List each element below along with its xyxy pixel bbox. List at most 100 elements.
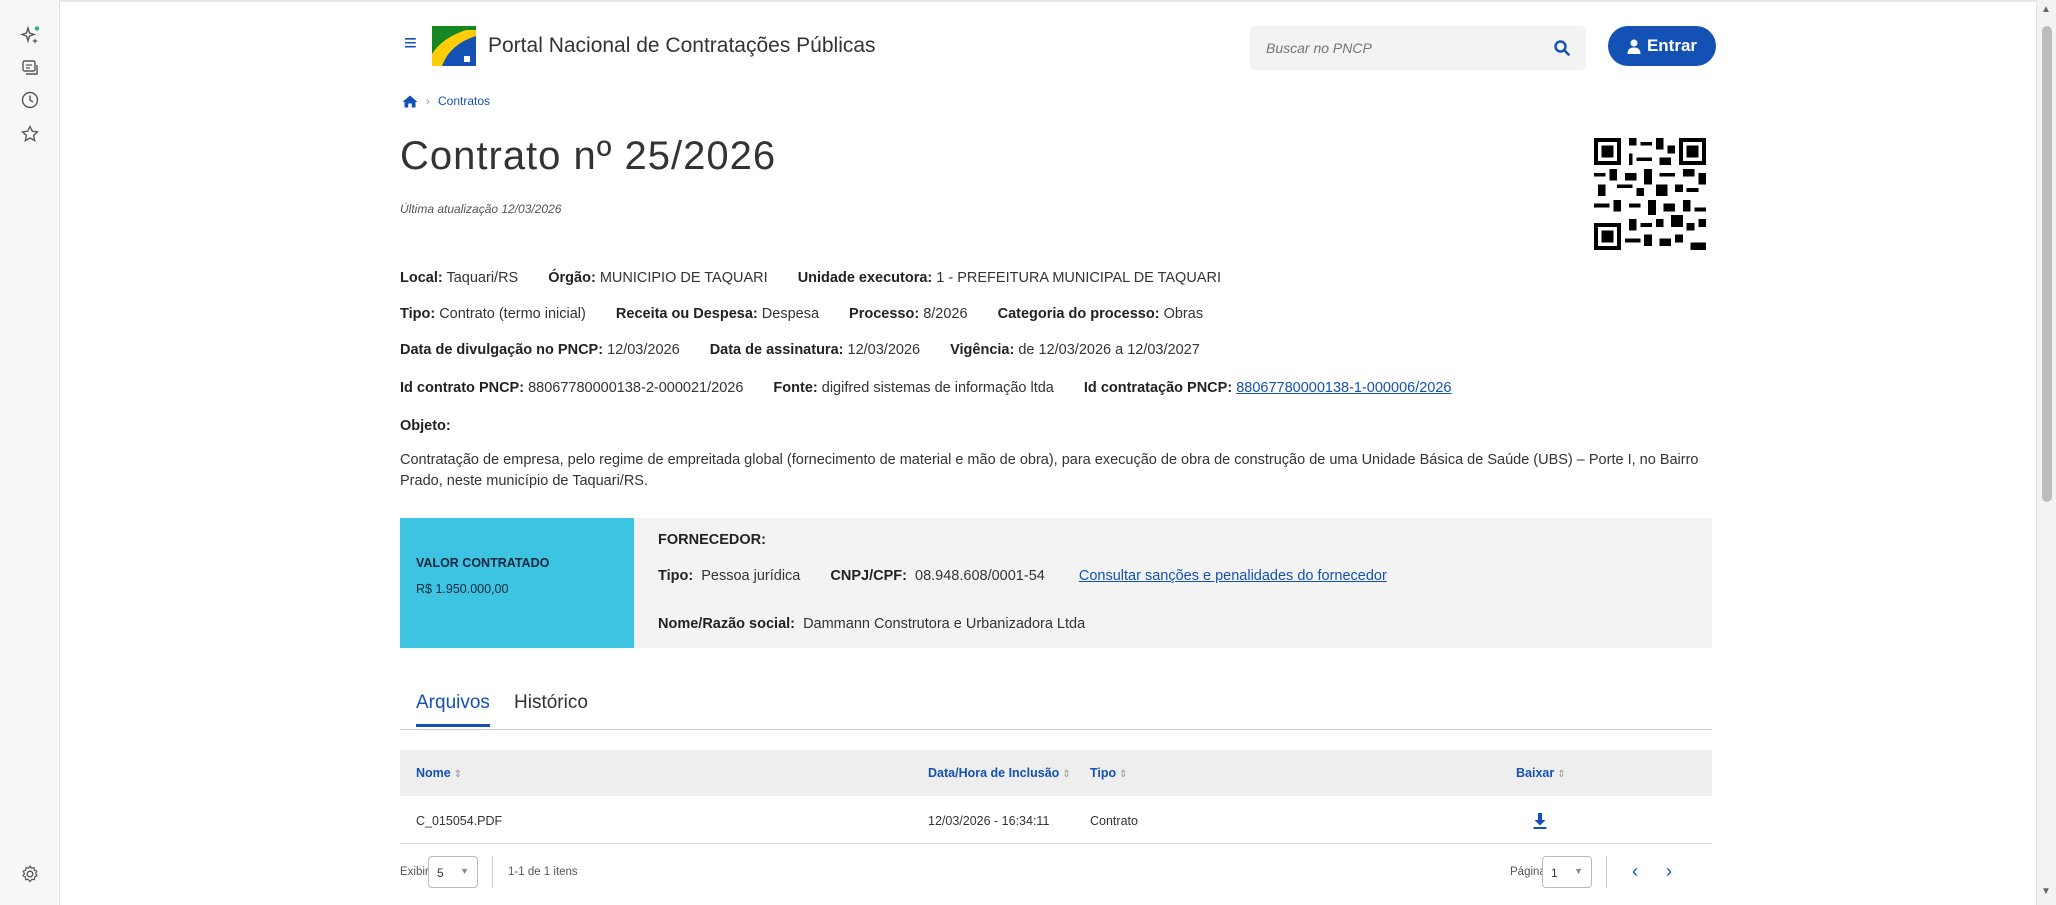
info-line-tipo: Tipo: Contrato (termo inicial) Receita o… xyxy=(400,306,1203,322)
breadcrumb-contratos[interactable]: Contratos xyxy=(438,94,490,108)
next-page-icon[interactable]: › xyxy=(1666,861,1672,882)
search-icon[interactable] xyxy=(1552,38,1572,58)
collections-icon[interactable] xyxy=(16,54,44,82)
browser-top-border xyxy=(60,0,2036,2)
consultar-sancoes-link[interactable]: Consultar sanções e penalidades do forne… xyxy=(1079,568,1387,584)
items-range: 1-1 de 1 itens xyxy=(508,866,578,878)
local-value: Taquari/RS xyxy=(446,270,519,286)
cnpj-value: 08.948.608/0001-54 xyxy=(915,568,1045,584)
pager-divider xyxy=(1606,856,1607,888)
column-header-nome[interactable]: Nome ⇕ xyxy=(416,766,462,780)
id-contrato-label: Id contrato PNCP: xyxy=(400,380,525,396)
home-icon[interactable] xyxy=(402,95,418,108)
column-header-tipo[interactable]: Tipo ⇕ xyxy=(1090,766,1128,780)
browser-sidebar xyxy=(0,0,60,905)
objeto-text: Contratação de empresa, pelo regime de e… xyxy=(400,452,1699,489)
vigencia-value: de 12/03/2026 a 12/03/2027 xyxy=(1018,342,1200,358)
objeto-label: Objeto: xyxy=(400,418,451,434)
sort-icon: ⇕ xyxy=(453,769,463,780)
cell-data: 12/03/2026 - 16:34:11 xyxy=(928,814,1050,828)
search-input[interactable] xyxy=(1250,26,1540,70)
local-label: Local: xyxy=(400,270,443,286)
receita-value: Despesa xyxy=(761,306,820,322)
tab-arquivos[interactable]: Arquivos xyxy=(416,692,490,727)
pager-divider xyxy=(492,856,493,888)
qr-code xyxy=(1594,138,1706,250)
categoria-label: Categoria do processo: xyxy=(997,306,1160,322)
info-line-local: Local: Taquari/RS Órgão: MUNICIPIO DE TA… xyxy=(400,270,1221,286)
column-label-nome: Nome xyxy=(416,766,451,780)
page-select[interactable]: 1 ▼ xyxy=(1542,856,1592,888)
column-header-baixar[interactable]: Baixar ⇕ xyxy=(1516,766,1566,780)
processo-value: 8/2026 xyxy=(923,306,968,322)
chevron-down-icon: ▼ xyxy=(460,866,469,876)
cell-nome: C_015054.PDF xyxy=(416,814,503,828)
download-icon[interactable] xyxy=(1532,812,1548,830)
page-size-value: 5 xyxy=(437,866,444,880)
column-header-data[interactable]: Data/Hora de Inclusão ⇕ xyxy=(928,766,1071,780)
scroll-down-icon[interactable]: ▼ xyxy=(2041,886,2051,897)
fornecedor-tipo-label: Tipo: xyxy=(658,568,694,584)
prev-page-icon[interactable]: ‹ xyxy=(1632,861,1638,882)
column-label-data: Data/Hora de Inclusão xyxy=(928,766,1060,780)
favorites-star-icon[interactable] xyxy=(16,120,44,148)
razao-social-label: Nome/Razão social: xyxy=(658,616,795,632)
portal-title[interactable]: Portal Nacional de Contratações Públicas xyxy=(488,34,876,58)
tab-historico[interactable]: Histórico xyxy=(514,692,588,724)
scrollbar-thumb[interactable] xyxy=(2042,26,2052,502)
page-scrollbar[interactable]: ▲ ▼ xyxy=(2036,0,2056,905)
settings-gear-icon[interactable] xyxy=(16,860,44,888)
fonte-value: digifred sistemas de informação ltda xyxy=(821,380,1054,396)
history-icon[interactable] xyxy=(16,86,44,114)
pagination: Exibir: 5 ▼ 1-1 de 1 itens Página: 1 ▼ ‹ › xyxy=(400,856,1712,890)
orgao-label: Órgão: xyxy=(548,270,596,286)
unidade-value: 1 - PREFEITURA MUNICIPAL DE TAQUARI xyxy=(936,270,1221,286)
processo-label: Processo: xyxy=(849,306,920,322)
login-button[interactable]: Entrar xyxy=(1608,26,1716,66)
breadcrumb-separator-icon: › xyxy=(426,94,430,108)
pncp-logo[interactable] xyxy=(432,26,476,66)
cell-tipo: Contrato xyxy=(1090,814,1138,828)
chevron-down-icon: ▼ xyxy=(1574,866,1583,876)
valor-amount: R$ 1.950.000,00 xyxy=(416,582,509,596)
sort-icon: ⇕ xyxy=(1557,769,1566,780)
table-row: C_015054.PDF 12/03/2026 - 16:34:11 Contr… xyxy=(400,796,1712,844)
last-updated: Última atualização 12/03/2026 xyxy=(400,202,562,216)
fornecedor-row-razao: Nome/Razão social: Dammann Construtora e… xyxy=(658,616,1085,632)
cnpj-label: CNPJ/CPF: xyxy=(830,568,907,584)
razao-social-value: Dammann Construtora e Urbanizadora Ltda xyxy=(803,616,1086,632)
site-header: ≡ Portal Nacional de Contratações Públic… xyxy=(392,16,1720,76)
column-label-tipo: Tipo xyxy=(1090,766,1117,780)
unidade-label: Unidade executora: xyxy=(797,270,933,286)
sort-icon: ⇕ xyxy=(1062,769,1071,780)
valor-contratado-box: VALOR CONTRATADO R$ 1.950.000,00 xyxy=(400,518,634,648)
copilot-sparkle-icon[interactable] xyxy=(16,22,44,50)
page-title: Contrato nº 25/2026 xyxy=(400,134,777,178)
receita-label: Receita ou Despesa: xyxy=(615,306,758,322)
id-contratacao-link[interactable]: 88067780000138-1-000006/2026 xyxy=(1236,380,1451,396)
info-line-ids: Id contrato PNCP: 88067780000138-2-00002… xyxy=(400,380,1451,396)
tipo-label: Tipo: xyxy=(400,306,436,322)
id-contratacao-label: Id contratação PNCP: xyxy=(1083,380,1233,396)
tab-bar: Arquivos Histórico xyxy=(400,688,1712,730)
column-label-baixar: Baixar xyxy=(1516,766,1555,780)
sort-icon: ⇕ xyxy=(1119,769,1128,780)
menu-hamburger-icon[interactable]: ≡ xyxy=(404,30,417,56)
orgao-value: MUNICIPIO DE TAQUARI xyxy=(599,270,768,286)
tipo-value: Contrato (termo inicial) xyxy=(439,306,586,322)
scroll-up-icon[interactable]: ▲ xyxy=(2041,4,2051,15)
page-value: 1 xyxy=(1551,866,1558,880)
info-line-datas: Data de divulgação no PNCP: 12/03/2026 D… xyxy=(400,342,1200,358)
breadcrumb: › Contratos xyxy=(402,94,490,108)
fornecedor-row-tipo: Tipo: Pessoa jurídica CNPJ/CPF: 08.948.6… xyxy=(658,568,1387,584)
fornecedor-title: FORNECEDOR: xyxy=(658,532,766,548)
login-label: Entrar xyxy=(1646,36,1698,55)
page-size-select[interactable]: 5 ▼ xyxy=(428,856,478,888)
divulgacao-value: 12/03/2026 xyxy=(607,342,680,358)
fonte-label: Fonte: xyxy=(773,380,818,396)
valor-label: VALOR CONTRATADO xyxy=(416,556,550,570)
vigencia-label: Vigência: xyxy=(950,342,1015,358)
user-icon xyxy=(1627,39,1641,54)
assinatura-value: 12/03/2026 xyxy=(847,342,921,358)
categoria-value: Obras xyxy=(1163,306,1204,322)
